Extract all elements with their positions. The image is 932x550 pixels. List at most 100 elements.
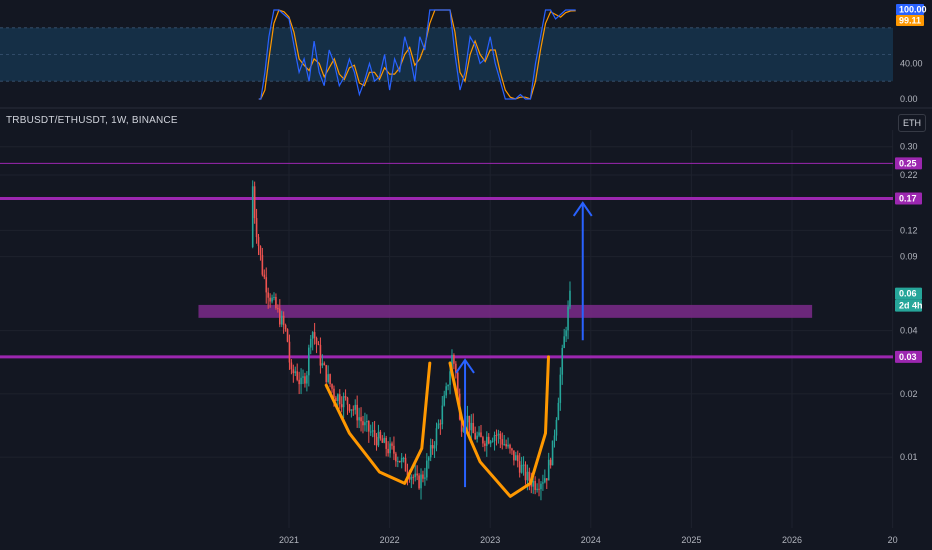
candle-body	[480, 432, 482, 438]
candle-body	[445, 386, 447, 396]
candle-body	[540, 483, 542, 490]
candle-body	[377, 431, 380, 446]
rsi-tick-label: 0.00	[900, 94, 918, 104]
candle-body	[532, 481, 535, 487]
candle-body	[437, 423, 440, 429]
candle-body	[563, 336, 565, 348]
y-tick-label: 0.12	[900, 225, 918, 235]
candle-body	[426, 460, 428, 478]
candle-body	[360, 417, 362, 422]
candle-body	[424, 477, 426, 479]
candle-body	[410, 476, 413, 480]
candle-body	[271, 297, 273, 302]
candle-body	[391, 443, 393, 446]
candle-body	[393, 445, 395, 454]
candle-body	[257, 237, 260, 247]
candle-body	[567, 306, 569, 331]
candle-body	[484, 443, 486, 446]
candle-body	[412, 476, 415, 478]
candle-body	[323, 363, 326, 366]
candle-body	[549, 459, 552, 466]
candle-body	[507, 444, 509, 447]
candle-body	[516, 455, 519, 462]
candle-body	[449, 371, 451, 385]
candle-body	[362, 421, 364, 426]
candle-body	[565, 330, 567, 337]
candle-body	[371, 430, 374, 432]
candle-body	[427, 457, 430, 461]
candle-body	[485, 436, 488, 446]
candle-body	[337, 394, 339, 402]
x-tick-label: 2026	[782, 535, 802, 545]
candle-body	[255, 218, 258, 238]
price-tag-label: 0.25	[899, 158, 917, 168]
candle-body	[547, 459, 550, 481]
candle-body	[482, 437, 484, 444]
price-tag-label: 2d 4h	[899, 301, 923, 311]
symbol-title: TRBUSDT/ETHUSDT, 1W, BINANCE	[6, 115, 178, 126]
candle-body	[273, 296, 275, 298]
chart-area[interactable]: 40.00 0.00 100.0099.11 0.30 0.22 0.12 0.09 0.04…	[0, 0, 932, 550]
candle-body	[524, 464, 527, 481]
candle-body	[476, 435, 478, 440]
candle-body	[468, 415, 471, 431]
candle-body	[474, 433, 476, 440]
x-tick-label: 2025	[681, 535, 701, 545]
candle-body	[373, 430, 376, 437]
candle-body	[509, 444, 511, 449]
candle-body	[346, 397, 349, 405]
candle-body	[313, 332, 316, 338]
x-tick-label: 2023	[480, 535, 500, 545]
candle-body	[414, 473, 417, 478]
candle-body	[348, 404, 351, 411]
candle-body	[381, 438, 384, 443]
candle-body	[534, 481, 536, 490]
candle-body	[447, 384, 449, 387]
candle-body	[315, 337, 318, 344]
candle-body	[304, 376, 306, 384]
candle-body	[503, 444, 506, 446]
candle-body	[542, 482, 544, 484]
candle-body	[491, 441, 494, 443]
price-tag-label: 0.17	[899, 194, 917, 204]
candle-body	[553, 435, 556, 441]
candle-body	[278, 308, 281, 325]
candle-body	[321, 363, 324, 366]
candle-body	[300, 377, 302, 385]
candle-body	[557, 402, 560, 420]
rsi-tag-label: 100.00	[899, 5, 927, 15]
candle-body	[327, 374, 329, 383]
candle-body	[261, 255, 264, 275]
candle-body	[253, 186, 256, 219]
y-tick-label: 0.01	[900, 452, 918, 462]
candle-body	[478, 432, 480, 436]
price-tag-label: 0.06	[899, 289, 917, 299]
candle-body	[487, 436, 490, 444]
candle-body	[298, 379, 300, 385]
candle-body	[311, 332, 314, 339]
candle-body	[267, 292, 269, 298]
cup-curve	[324, 361, 432, 485]
candle-body	[545, 478, 548, 481]
candle-body	[402, 457, 405, 459]
candle-body	[367, 421, 370, 432]
y-tick-label: 0.02	[900, 389, 918, 399]
candle-body	[383, 437, 386, 443]
candle-body	[308, 347, 310, 376]
x-tick-label: 2022	[380, 535, 400, 545]
candle-body	[286, 329, 289, 342]
candle-body	[302, 376, 304, 378]
currency-button[interactable]: ETH	[898, 114, 926, 132]
candle-body	[435, 428, 438, 446]
candle-body	[526, 471, 529, 481]
candle-body	[354, 404, 357, 410]
candle-body	[333, 388, 335, 398]
candle-body	[375, 436, 378, 446]
candle-body	[551, 440, 554, 466]
candle-body	[259, 246, 262, 256]
candle-body	[433, 445, 436, 449]
candle-body	[466, 415, 469, 423]
candle-body	[499, 433, 502, 440]
candle-body	[366, 421, 368, 423]
candle-body	[350, 409, 353, 411]
